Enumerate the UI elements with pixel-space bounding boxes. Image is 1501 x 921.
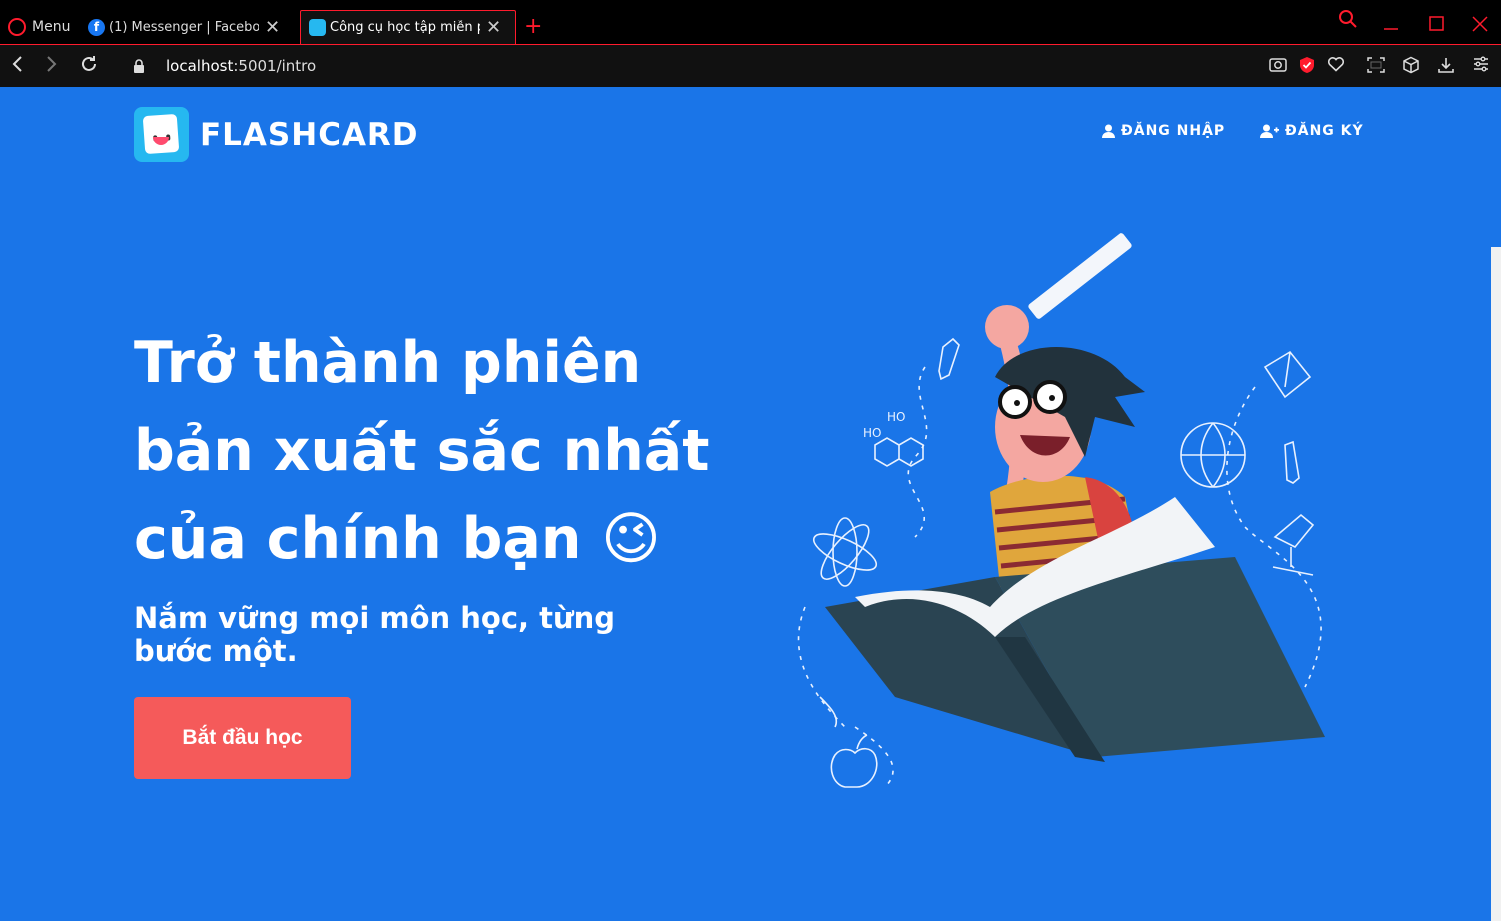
search-tabs-icon[interactable] [1338,9,1358,34]
flashcard-intro-page: FLASHCARD ĐĂNG NHẬP ĐĂNG KÝ Trở thành ph… [0,87,1501,921]
easy-setup-icon[interactable] [1473,56,1489,76]
crypto-wallet-icon[interactable] [1366,56,1386,78]
browser-address-bar: localhost:5001/intro [0,44,1501,87]
user-icon [1102,124,1115,138]
download-icon[interactable] [1437,56,1455,78]
user-plus-icon [1260,124,1279,138]
url-host: localhost [166,57,234,75]
minimize-icon[interactable] [1383,12,1399,36]
svg-text:HO: HO [887,410,905,424]
menu-label: Menu [32,19,71,35]
facebook-icon: f [88,18,105,36]
flashcard-logo-icon [134,107,189,162]
close-window-icon[interactable] [1472,13,1488,37]
login-label: ĐĂNG NHẬP [1121,123,1226,139]
reload-icon[interactable] [79,53,99,80]
back-icon[interactable] [10,53,24,80]
hero-subtitle: Nắm vững mọi môn học, từng bước một. [134,601,616,668]
adblock-shield-icon[interactable] [1298,56,1316,78]
url-field[interactable]: localhost:5001/intro [166,57,316,75]
svg-text:HO: HO [863,426,881,440]
student-reading-book-illustration: HO HO [797,233,1325,788]
tab-flashcard[interactable]: Công cụ học tập miễn phí ✕ [300,10,516,44]
browser-tab-bar: Menu f (1) Messenger | Facebook ✕ Công c… [0,0,1501,44]
tab-title: Công cụ học tập miễn phí [330,20,480,35]
close-tab-icon[interactable]: ✕ [486,17,501,38]
register-link[interactable]: ĐĂNG KÝ [1260,123,1364,139]
snapshot-icon[interactable] [1269,56,1287,76]
close-tab-icon[interactable]: ✕ [265,17,280,38]
bookmark-heart-icon[interactable] [1327,56,1345,76]
maximize-icon[interactable] [1429,13,1445,37]
site-logo-text: FLASHCARD [200,116,419,153]
hero-title: Trở thành phiên bản xuất sắc nhất của ch… [134,330,710,572]
start-learning-button[interactable]: Bắt đầu học [134,697,351,779]
opera-logo-icon [8,18,26,36]
tab-messenger[interactable]: f (1) Messenger | Facebook ✕ [80,10,298,44]
new-tab-icon[interactable]: + [524,14,542,39]
forward-icon[interactable] [45,53,59,80]
browser-menu-button[interactable]: Menu [0,10,70,44]
tab-title: (1) Messenger | Facebook [109,19,259,35]
url-path: :5001/intro [233,57,317,75]
lock-icon[interactable] [133,58,145,73]
login-link[interactable]: ĐĂNG NHẬP [1102,123,1225,139]
extensions-cube-icon[interactable] [1402,56,1420,78]
flashcard-favicon-icon [309,19,326,36]
site-logo[interactable]: FLASHCARD [134,107,419,162]
page-scrollbar[interactable] [1491,247,1501,921]
register-label: ĐĂNG KÝ [1285,123,1364,139]
